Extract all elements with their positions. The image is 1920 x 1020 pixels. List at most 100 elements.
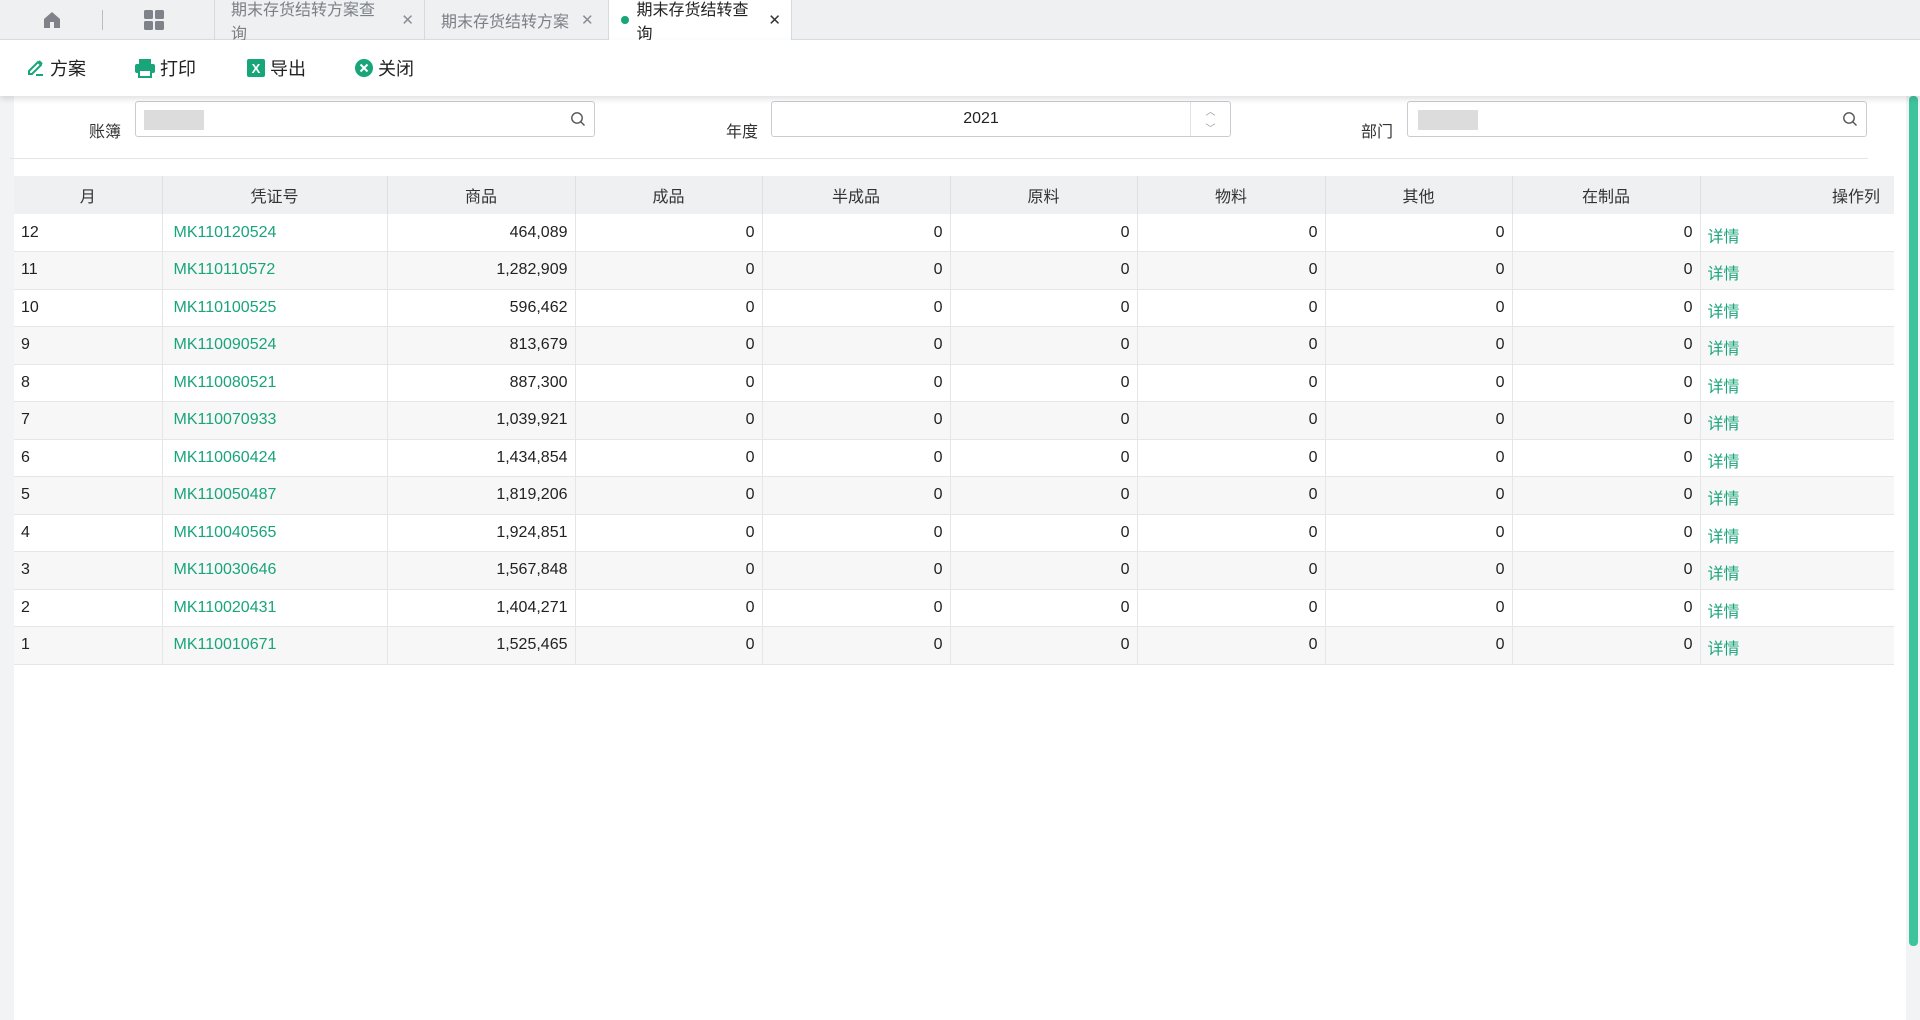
- search-icon[interactable]: [1842, 111, 1858, 127]
- col-semi-finished[interactable]: 半成品: [762, 176, 951, 214]
- year-stepper[interactable]: 2021 ︿ ﹀: [771, 101, 1231, 137]
- voucher-link[interactable]: MK110010671: [162, 626, 388, 665]
- material-cell: 0: [1137, 214, 1326, 252]
- detail-link[interactable]: 详情: [1708, 416, 1740, 433]
- col-raw[interactable]: 原料: [950, 176, 1138, 214]
- voucher-link[interactable]: MK110060424: [162, 439, 388, 477]
- goods-cell: 1,039,921: [387, 401, 576, 440]
- active-dot-icon: [621, 16, 629, 24]
- goods-cell: 464,089: [387, 214, 576, 252]
- print-button[interactable]: 打印: [134, 40, 196, 96]
- other-cell: 0: [1325, 326, 1513, 365]
- finished-cell: 0: [575, 214, 763, 252]
- detail-link[interactable]: 详情: [1708, 491, 1740, 508]
- home-icon[interactable]: [22, 0, 82, 40]
- month-cell: 3: [14, 551, 163, 590]
- raw-cell: 0: [950, 214, 1138, 252]
- export-button[interactable]: X 导出: [246, 40, 306, 96]
- close-icon[interactable]: ✕: [401, 11, 414, 29]
- finished-cell: 0: [575, 626, 763, 665]
- wip-cell: 0: [1512, 476, 1701, 515]
- semi-cell: 0: [762, 589, 951, 627]
- redacted-value: [1418, 110, 1478, 130]
- chevron-down-icon[interactable]: ﹀: [1191, 119, 1230, 136]
- raw-cell: 0: [950, 289, 1138, 327]
- scrollbar[interactable]: [1906, 96, 1920, 1020]
- other-cell: 0: [1325, 626, 1513, 665]
- table-row: 7 MK110070933 1,039,921 0 0 0 0 0 0 详情: [14, 401, 1894, 440]
- voucher-link[interactable]: MK110040565: [162, 514, 388, 552]
- detail-cell: 详情: [1700, 626, 1894, 665]
- scrollbar-thumb[interactable]: [1909, 96, 1918, 946]
- raw-cell: 0: [950, 364, 1138, 402]
- detail-link[interactable]: 详情: [1708, 266, 1740, 283]
- voucher-link[interactable]: MK110090524: [162, 326, 388, 365]
- detail-link[interactable]: 详情: [1708, 454, 1740, 471]
- close-icon[interactable]: ✕: [768, 11, 781, 29]
- ledger-input[interactable]: [135, 101, 595, 137]
- voucher-link[interactable]: MK110030646: [162, 551, 388, 590]
- close-button[interactable]: 关闭: [354, 40, 414, 96]
- semi-cell: 0: [762, 514, 951, 552]
- semi-cell: 0: [762, 476, 951, 515]
- search-icon[interactable]: [570, 111, 586, 127]
- detail-link[interactable]: 详情: [1708, 641, 1740, 658]
- col-goods[interactable]: 商品: [387, 176, 576, 214]
- export-label: 导出: [270, 59, 306, 79]
- tab-carryover-query[interactable]: 期末存货结转查询 ✕: [608, 0, 792, 43]
- month-cell: 11: [14, 251, 163, 290]
- detail-link[interactable]: 详情: [1708, 229, 1740, 246]
- excel-icon: X: [247, 59, 265, 77]
- detail-link[interactable]: 详情: [1708, 304, 1740, 321]
- detail-link[interactable]: 详情: [1708, 604, 1740, 621]
- col-voucher[interactable]: 凭证号: [162, 176, 388, 214]
- tab-scheme-query[interactable]: 期末存货结转方案查询 ✕: [214, 0, 424, 43]
- voucher-link[interactable]: MK110120524: [162, 214, 388, 252]
- detail-link[interactable]: 详情: [1708, 379, 1740, 396]
- chevron-up-icon[interactable]: ︿: [1191, 102, 1230, 119]
- finished-cell: 0: [575, 551, 763, 590]
- col-month[interactable]: 月: [14, 176, 163, 214]
- raw-cell: 0: [950, 626, 1138, 665]
- table-row: 4 MK110040565 1,924,851 0 0 0 0 0 0 详情: [14, 514, 1894, 552]
- tab-scheme[interactable]: 期末存货结转方案 ✕: [424, 0, 608, 40]
- wip-cell: 0: [1512, 251, 1701, 290]
- month-cell: 8: [14, 364, 163, 402]
- detail-link[interactable]: 详情: [1708, 341, 1740, 358]
- col-other[interactable]: 其他: [1325, 176, 1513, 214]
- detail-cell: 详情: [1700, 476, 1894, 515]
- tab-divider: [102, 10, 103, 30]
- wip-cell: 0: [1512, 439, 1701, 477]
- col-wip[interactable]: 在制品: [1512, 176, 1701, 214]
- detail-cell: 详情: [1700, 289, 1894, 327]
- semi-cell: 0: [762, 289, 951, 327]
- tab-label: 期末存货结转方案: [441, 14, 570, 31]
- svg-text:X: X: [252, 61, 261, 76]
- voucher-link[interactable]: MK110020431: [162, 589, 388, 627]
- scheme-button[interactable]: 方案: [26, 40, 86, 96]
- detail-link[interactable]: 详情: [1708, 566, 1740, 583]
- month-cell: 4: [14, 514, 163, 552]
- other-cell: 0: [1325, 289, 1513, 327]
- voucher-link[interactable]: MK110100525: [162, 289, 388, 327]
- voucher-link[interactable]: MK110070933: [162, 401, 388, 440]
- col-material[interactable]: 物料: [1137, 176, 1326, 214]
- detail-cell: 详情: [1700, 251, 1894, 290]
- voucher-link[interactable]: MK110080521: [162, 364, 388, 402]
- close-icon[interactable]: ✕: [581, 11, 594, 29]
- detail-cell: 详情: [1700, 589, 1894, 627]
- detail-link[interactable]: 详情: [1708, 529, 1740, 546]
- apps-grid-icon[interactable]: [124, 0, 184, 40]
- dept-input[interactable]: [1407, 101, 1867, 137]
- month-cell: 5: [14, 476, 163, 515]
- table-row: 3 MK110030646 1,567,848 0 0 0 0 0 0 详情: [14, 551, 1894, 590]
- month-cell: 9: [14, 326, 163, 365]
- col-finished[interactable]: 成品: [575, 176, 763, 214]
- table-row: 10 MK110100525 596,462 0 0 0 0 0 0 详情: [14, 289, 1894, 327]
- table-row: 2 MK110020431 1,404,271 0 0 0 0 0 0 详情: [14, 589, 1894, 627]
- ledger-label: 账簿: [89, 124, 122, 141]
- voucher-link[interactable]: MK110110572: [162, 251, 388, 290]
- finished-cell: 0: [575, 326, 763, 365]
- voucher-link[interactable]: MK110050487: [162, 476, 388, 515]
- finished-cell: 0: [575, 439, 763, 477]
